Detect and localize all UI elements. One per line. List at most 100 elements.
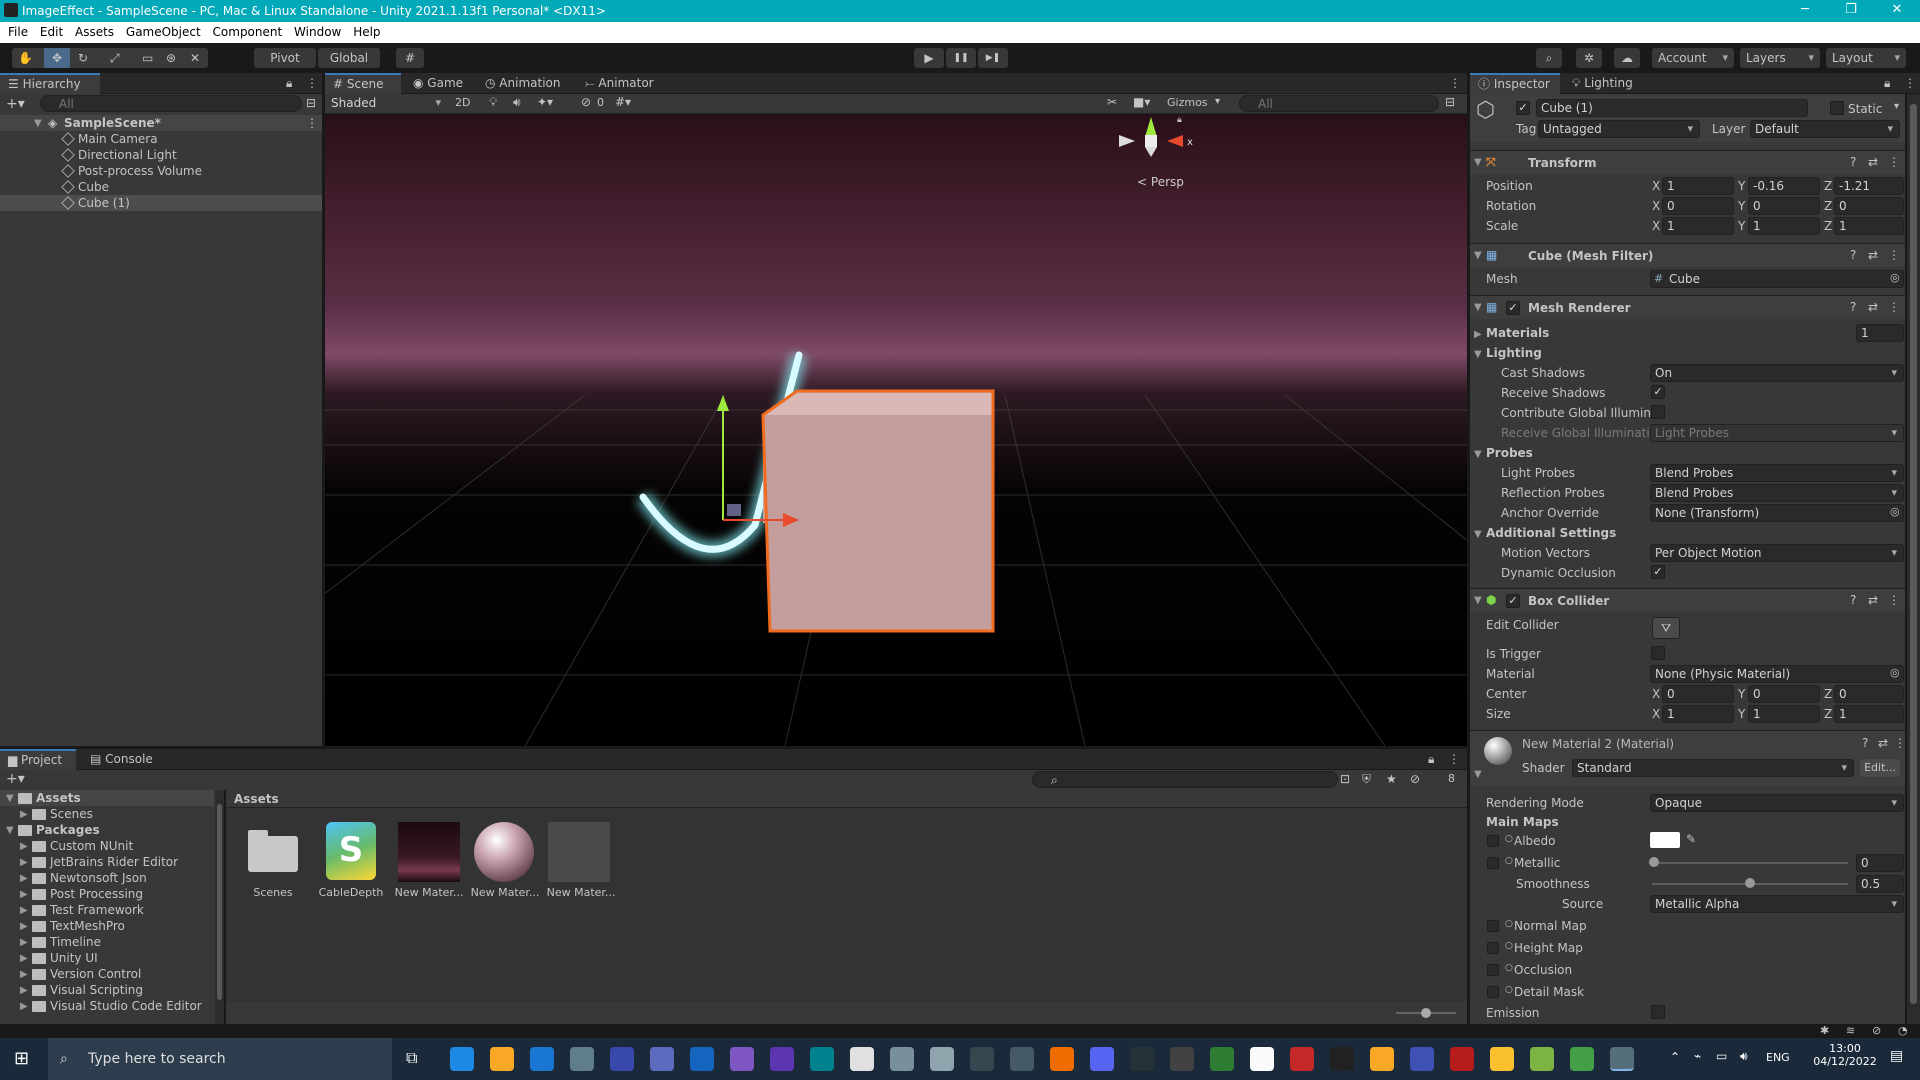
eyedropper-icon[interactable]: ✎ (1686, 832, 1696, 846)
gizmos-dropdown[interactable]: Gizmos (1167, 96, 1208, 109)
normal-map-texture-slot[interactable] (1487, 920, 1499, 932)
expand-arrow-icon[interactable]: ▼ (6, 793, 14, 804)
search-filter-icon[interactable]: ⊟ (306, 96, 316, 110)
shader-edit-button[interactable]: Edit... (1860, 759, 1900, 777)
static-dropdown-icon[interactable]: ▾ (1894, 101, 1899, 112)
collab-button[interactable]: ✲ (1576, 48, 1602, 68)
material-header[interactable]: ▼ New Material 2 (Material) ? ⇄ ⋮ Shader… (1470, 730, 1906, 786)
position-z-field[interactable]: -1.21 (1834, 177, 1904, 195)
center-z-field[interactable]: 0 (1834, 685, 1904, 703)
asset-material-thumbnail[interactable] (548, 822, 610, 882)
maximize-button[interactable]: ❐ (1828, 0, 1874, 22)
tree-item[interactable]: ▶ TextMeshPro (0, 918, 214, 934)
reflection-probes-dropdown[interactable]: Blend Probes (1650, 484, 1904, 502)
preset-icon[interactable]: ⇄ (1868, 300, 1878, 314)
app-icon[interactable] (1290, 1047, 1314, 1071)
gizmos-dropdown-arrow-icon[interactable]: ▾ (1215, 96, 1220, 107)
metallic-value-field[interactable]: 0 (1856, 854, 1904, 872)
scene-menu-icon[interactable]: ⋮ (1449, 76, 1461, 90)
collapse-arrow-icon[interactable]: ▶ (20, 889, 28, 900)
shader-dropdown[interactable]: Standard (1572, 759, 1854, 777)
menu-gameobject[interactable]: GameObject (118, 22, 201, 39)
inspector-scrollbar[interactable] (1907, 94, 1920, 1024)
asset-skybox-material-thumbnail[interactable] (398, 822, 460, 882)
more-options-icon[interactable]: ⋮ (306, 76, 318, 90)
taskbar-search-box[interactable]: ⌕ Type here to search (48, 1038, 392, 1080)
tree-item[interactable]: ▶ Custom NUnit (0, 838, 214, 854)
gizmo-lock-icon[interactable]: 🔒︎ (1177, 115, 1182, 125)
create-asset-icon[interactable]: +▾ (6, 771, 25, 787)
file-explorer-app-icon[interactable] (490, 1047, 514, 1071)
size-x-field[interactable]: 1 (1662, 705, 1734, 723)
active-checkbox[interactable]: ✓ (1516, 101, 1530, 115)
app-icon[interactable] (1570, 1047, 1594, 1071)
preset-icon[interactable]: ⇄ (1878, 736, 1888, 750)
layers-dropdown[interactable]: Layers (1740, 48, 1820, 68)
help-icon[interactable]: ? (1850, 593, 1856, 607)
app-icon[interactable] (930, 1047, 954, 1071)
scale-y-field[interactable]: 1 (1748, 217, 1820, 235)
app-icon[interactable] (1330, 1047, 1354, 1071)
light-probes-dropdown[interactable]: Blend Probes (1650, 464, 1904, 482)
tray-volume-icon[interactable]: 🔊︎ (1740, 1049, 1748, 1064)
preset-icon[interactable]: ⇄ (1868, 155, 1878, 169)
object-name-field[interactable]: Cube (1) (1536, 99, 1808, 117)
tray-chevron-icon[interactable]: ⌃ (1670, 1050, 1680, 1064)
metallic-texture-slot[interactable] (1487, 857, 1499, 869)
collapse-arrow-icon[interactable]: ▶ (20, 921, 28, 932)
component-menu-icon[interactable]: ⋮ (1888, 300, 1900, 314)
asset-scenes[interactable] (248, 824, 298, 874)
hand-tool-icon[interactable]: ✋ (18, 48, 33, 68)
no-debug-icon[interactable]: ⊘ (1872, 1024, 1881, 1037)
cast-shadows-dropdown[interactable]: On (1650, 364, 1904, 382)
expand-arrow-icon[interactable]: ▼ (6, 825, 14, 836)
app-icon[interactable] (1410, 1047, 1434, 1071)
camera-icon[interactable]: ■▾ (1133, 95, 1150, 109)
obs-app-icon[interactable] (1170, 1047, 1194, 1071)
fold-arrow-icon[interactable]: ▼ (1474, 250, 1482, 261)
detail-mask-texture-slot[interactable] (1487, 986, 1499, 998)
selected-cube[interactable] (761, 389, 995, 633)
app-icon[interactable] (1250, 1047, 1274, 1071)
menu-window[interactable]: Window (286, 22, 341, 39)
menu-help[interactable]: Help (345, 22, 380, 39)
terminal-app-icon[interactable] (970, 1047, 994, 1071)
position-y-field[interactable]: -0.16 (1748, 177, 1820, 195)
contribute-gi-checkbox[interactable] (1651, 405, 1665, 419)
edit-collider-button[interactable]: ⛛ (1652, 617, 1680, 639)
perspective-label[interactable]: < Persp (1137, 175, 1184, 189)
audio-toggle-icon[interactable]: 🔊︎ (513, 95, 521, 110)
occlusion-texture-slot[interactable] (1487, 964, 1499, 976)
list-item-selected[interactable]: Cube (1) (0, 195, 322, 211)
smoothness-source-dropdown[interactable]: Metallic Alpha (1650, 895, 1904, 913)
visual-studio-app-icon[interactable] (730, 1047, 754, 1071)
add-icon[interactable]: +▾ (6, 96, 25, 112)
grid-snap-button[interactable]: # (396, 48, 424, 68)
discord-app-icon[interactable] (1090, 1047, 1114, 1071)
scale-z-field[interactable]: 1 (1834, 217, 1904, 235)
collapse-arrow-icon[interactable]: ▶ (20, 969, 28, 980)
rotation-y-field[interactable]: 0 (1748, 197, 1820, 215)
box-collider-component-header[interactable]: ▼ ⬢ ✓ Box Collider ? ⇄ ⋮ (1470, 588, 1905, 612)
fold-arrow-icon[interactable]: ▼ (1474, 157, 1482, 168)
shading-mode-dropdown[interactable]: Shaded (327, 95, 447, 113)
help-icon[interactable]: ? (1850, 300, 1856, 314)
xbox-app-icon[interactable] (1210, 1047, 1234, 1071)
tray-network-icon[interactable]: ⌁ (1694, 1049, 1701, 1063)
collapse-arrow-icon[interactable]: ▶ (20, 985, 28, 996)
store-app-icon[interactable] (530, 1047, 554, 1071)
object-picker-icon[interactable]: ◎ (1890, 271, 1900, 284)
center-y-field[interactable]: 0 (1748, 685, 1820, 703)
collapse-arrow-icon[interactable]: ▶ (20, 873, 28, 884)
project-menu-icon[interactable]: ⋮ (1448, 752, 1460, 766)
additional-settings-fold-icon[interactable]: ▼ (1474, 529, 1482, 540)
collapse-arrow-icon[interactable]: ▶ (20, 905, 28, 916)
inspector-menu-icon[interactable]: ⋮ (1904, 76, 1916, 90)
project-lock-icon[interactable]: 🔒︎ (1428, 752, 1434, 767)
asset-cabledepth-shader-icon[interactable]: S (326, 822, 376, 880)
help-icon[interactable]: ? (1862, 736, 1868, 750)
fold-arrow-icon[interactable]: ▼ (1474, 595, 1482, 606)
menu-assets[interactable]: Assets (67, 22, 114, 39)
collapse-arrow-icon[interactable]: ▶ (20, 857, 28, 868)
edge-app-icon[interactable] (450, 1047, 474, 1071)
